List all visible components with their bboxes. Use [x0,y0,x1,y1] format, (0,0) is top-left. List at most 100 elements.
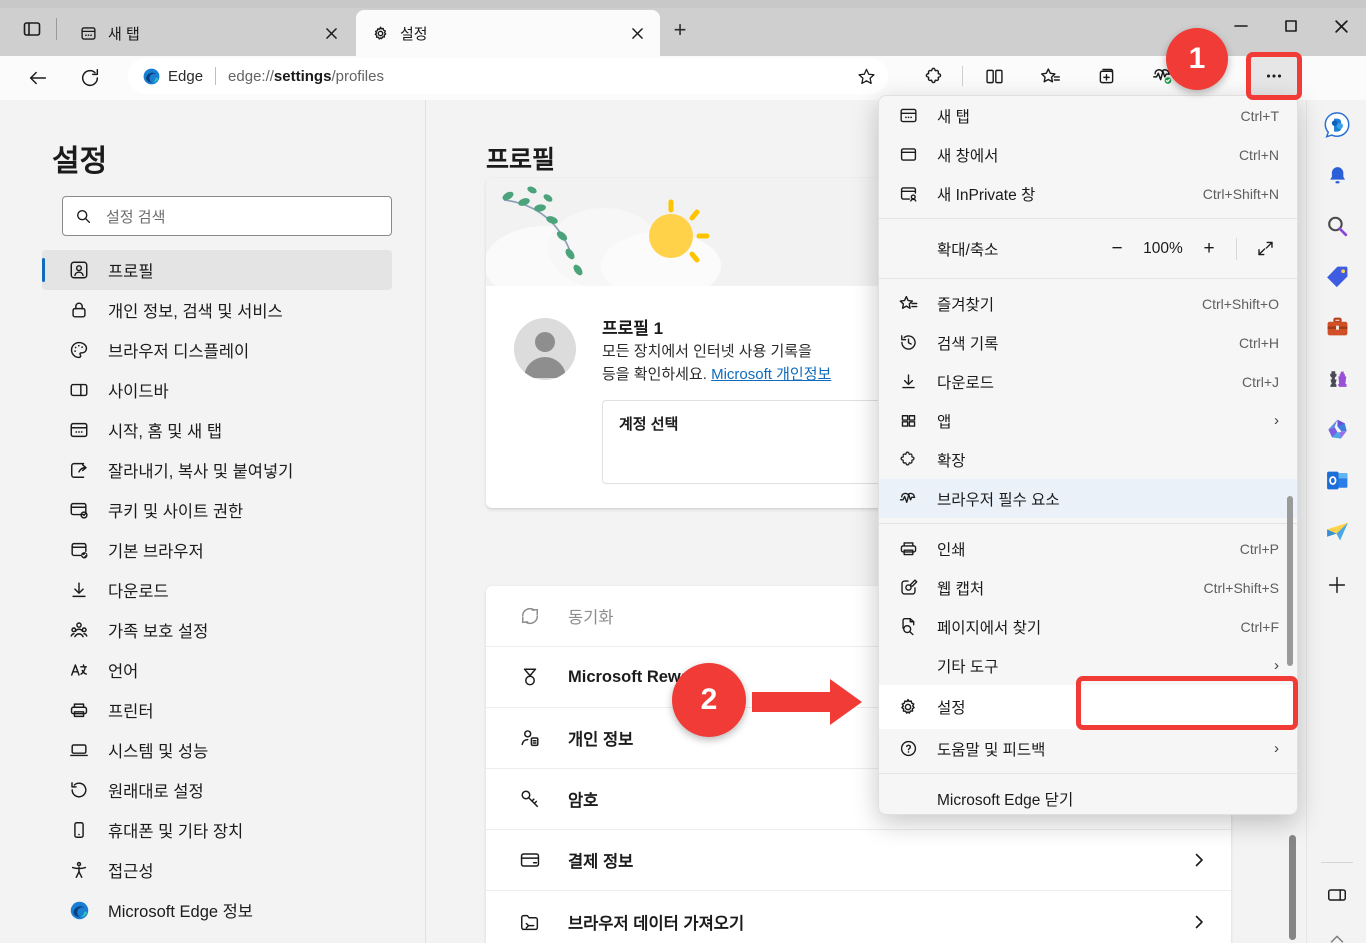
office-icon[interactable] [1321,413,1353,445]
content-scrollbar[interactable] [1289,835,1296,940]
sidebar-item-about-edge[interactable]: Microsoft Edge 정보 [42,890,392,930]
tab-new-tab[interactable]: 새 탭 [64,10,354,56]
menu-item-shortcut: Ctrl+Shift+S [1203,579,1279,596]
copilot-icon[interactable] [1321,109,1353,141]
menu-item-extensions[interactable]: 확장 [879,440,1297,479]
menu-item-shortcut: Ctrl+F [1240,618,1280,635]
search-icon[interactable] [1321,210,1353,242]
sidebar-item-family-safety[interactable]: 가족 보호 설정 [42,610,392,650]
history-icon [897,332,919,354]
tools-icon[interactable] [1321,311,1353,343]
tab-settings[interactable]: 설정 [356,10,660,56]
sidebar-item-system-performance[interactable]: 시스템 및 성능 [42,730,392,770]
menu-item-web-capture[interactable]: 웹 캡처 Ctrl+Shift+S [879,568,1297,607]
menu-item-history[interactable]: 검색 기록 Ctrl+H [879,323,1297,362]
menu-item-apps[interactable]: 앱 › [879,401,1297,440]
sidebar-item-phone-devices[interactable]: 휴대폰 및 기타 장치 [42,810,392,850]
maximize-icon[interactable] [1266,0,1316,52]
menu-separator [879,523,1297,524]
sidebar-item-label: 시작, 홈 및 새 탭 [108,423,223,441]
zoom-in-button[interactable]: + [1192,233,1226,265]
find-icon [897,616,919,638]
close-icon[interactable] [624,20,650,46]
menu-item-print[interactable]: 인쇄 Ctrl+P [879,529,1297,568]
sidebar-item-appearance[interactable]: 브라우저 디스플레이 [42,330,392,370]
menu-item-label: 다운로드 [937,374,995,392]
menu-item-browser-essentials[interactable]: 브라우저 필수 요소 [879,479,1297,518]
menu-item-favorites[interactable]: 즐겨찾기 Ctrl+Shift+O [879,284,1297,323]
close-icon[interactable] [1316,0,1366,52]
search-input[interactable]: 설정 검색 [62,196,392,236]
default-browser-icon [68,539,90,561]
favorites-icon[interactable] [1032,58,1068,94]
sidebar-item-sidebar[interactable]: 사이드바 [42,370,392,410]
rewards-icon [518,665,542,689]
edge-logo-icon: Edge [142,67,203,86]
sidebar-item-privacy[interactable]: 개인 정보, 검색 및 서비스 [42,290,392,330]
sidebar-item-label: 브라우저 디스플레이 [108,343,250,361]
privacy-link[interactable]: Microsoft 개인정보 [711,366,831,383]
menu-item-new-inprivate-window[interactable]: 새 InPrivate 창 Ctrl+Shift+N [879,174,1297,213]
printer-icon [897,538,919,560]
zoom-out-button[interactable]: − [1100,233,1134,265]
send-icon[interactable] [1321,515,1353,547]
close-icon[interactable] [318,20,344,46]
list-item-label: 암호 [568,792,599,810]
menu-item-downloads[interactable]: 다운로드 Ctrl+J [879,362,1297,401]
sidebar-item-printers[interactable]: 프린터 [42,690,392,730]
zoom-value: 100% [1143,239,1183,257]
outlook-icon[interactable] [1321,464,1353,496]
menu-item-help-and-feedback[interactable]: 도움말 및 피드백 › [879,729,1297,768]
settings-sidebar: 설정 설정 검색 프로필 개인 정보, 검색 및 서비스 브라우저 디스플레이 … [0,100,426,943]
fullscreen-icon[interactable] [1247,233,1283,265]
menu-item-new-tab[interactable]: 새 탭 Ctrl+T [879,96,1297,135]
reload-icon[interactable] [74,62,106,94]
gear-icon [897,696,919,718]
chevron-right-icon: › [1274,740,1279,757]
list-item-label: 개인 정보 [568,731,634,749]
customize-icon[interactable] [1321,924,1353,943]
sidebar-item-start-home-newtab[interactable]: 시작, 홈 및 새 탭 [42,410,392,450]
sidebar-item-cut-copy-paste[interactable]: 잘라내기, 복사 및 붙여넣기 [42,450,392,490]
profile-desc-line2: 등을 확인하세요. [602,366,712,384]
sidebar-item-default-browser[interactable]: 기본 브라우저 [42,530,392,570]
menu-item-new-window[interactable]: 새 창에서 Ctrl+N [879,135,1297,174]
add-icon[interactable] [1321,569,1353,601]
new-tab-button[interactable]: + [664,16,696,44]
menu-item-shortcut: Ctrl+H [1238,334,1279,351]
sidebar-item-reset-settings[interactable]: 원래대로 설정 [42,770,392,810]
menu-item-label: 도움말 및 피드백 [937,741,1046,759]
sidebar-toggle-icon[interactable] [1321,879,1353,911]
search-placeholder: 설정 검색 [106,208,166,226]
page-title: 설정 [52,145,108,178]
address-bar[interactable]: Edge edge://settings/profiles [128,58,888,94]
sidebar-item-cookies[interactable]: 쿠키 및 사이트 권한 [42,490,392,530]
list-item-import-browser-data[interactable]: 브라우저 데이터 가져오기 [486,891,1231,943]
split-screen-icon[interactable] [976,58,1012,94]
sidebar-item-label: 프린터 [108,703,154,721]
sidebar-item-languages[interactable]: 언어 [42,650,392,690]
menu-item-close-edge[interactable]: Microsoft Edge 닫기 [879,779,1297,814]
omnibox-separator [215,67,217,85]
annotation-badge-1: 1 [1166,28,1228,90]
extensions-icon[interactable] [916,58,952,94]
sidebar-item-downloads[interactable]: 다운로드 [42,570,392,610]
window-top-strip [0,0,1366,8]
menu-separator [879,218,1297,219]
games-icon[interactable] [1321,362,1353,394]
sidebar-item-accessibility[interactable]: 접근성 [42,850,392,890]
menu-item-find-on-page[interactable]: 페이지에서 찾기 Ctrl+F [879,607,1297,646]
menu-item-shortcut: Ctrl+J [1242,373,1279,390]
star-outline-icon[interactable] [850,60,882,92]
sidebar-item-label: 잘라내기, 복사 및 붙여넣기 [108,463,294,481]
tab-actions-button[interactable] [14,14,50,44]
sidebar-item-label: 시스템 및 성능 [108,743,209,761]
shopping-icon[interactable] [1321,260,1353,292]
sidebar-item-profile[interactable]: 프로필 [42,250,392,290]
menu-scrollbar[interactable] [1287,496,1293,666]
apps-icon [897,410,919,432]
list-item-payment-info[interactable]: 결제 정보 [486,830,1231,891]
back-arrow-icon[interactable] [22,62,54,94]
notifications-icon[interactable] [1321,160,1353,192]
collections-icon[interactable] [1088,58,1124,94]
